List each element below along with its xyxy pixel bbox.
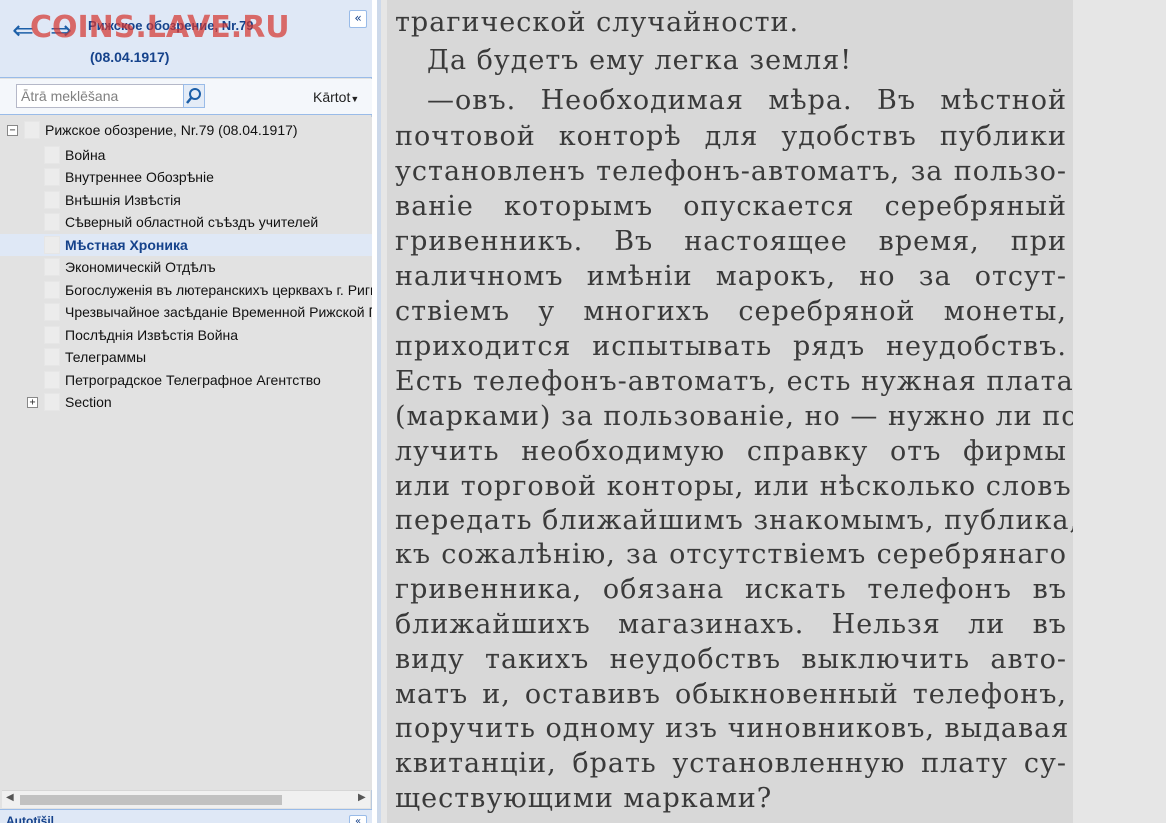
newspaper-page-scan[interactable]: трагической случайности. Да будетъ ему л… <box>387 0 1073 823</box>
page-text-line: ближайшихъ магазинахъ. Нельзя ли въ <box>395 609 1067 640</box>
document-icon <box>44 191 60 209</box>
page-text-line: ваніе которымъ опускается серебряный <box>395 191 1067 222</box>
expand-node-icon[interactable]: + <box>27 397 38 408</box>
forward-arrow-icon[interactable]: ⇒ <box>46 16 76 46</box>
scroll-left-icon[interactable]: ◀ <box>6 792 14 803</box>
page-text-line: къ сожалѣнію, за отсутствіемъ серебрянаг… <box>395 539 1067 570</box>
back-arrow-icon[interactable]: ⇐ <box>8 16 38 46</box>
tree-node-label: Внѣшнія Извѣстія <box>65 192 181 208</box>
document-icon <box>44 168 60 186</box>
tree-node-label: Послѣднія Извѣстія Война <box>65 327 239 343</box>
tree-item-section[interactable]: + Section <box>0 391 372 413</box>
collapse-panel-button[interactable]: « <box>349 10 367 28</box>
page-text-line: гривенникъ. Въ настоящее время, при <box>395 226 1067 257</box>
collapse-node-icon[interactable]: − <box>7 125 18 136</box>
issue-date: (08.04.1917) <box>90 49 170 65</box>
scroll-right-icon[interactable]: ▶ <box>358 792 366 803</box>
page-text-line: Есть телефонъ-автоматъ, есть нужная плат… <box>395 366 1073 397</box>
page-text-line: квитанціи, брать установленную плату су- <box>395 748 1067 779</box>
issue-title: Рижское обозрение, Nr.79 <box>88 18 254 33</box>
tree-node-label: Сѣверный областной съѣздъ учителей <box>65 214 319 230</box>
page-text-line: наличномъ имѣніи марокъ, но за отсут- <box>395 261 1067 292</box>
tree-node-label: Мѣстная Хроника <box>65 237 188 253</box>
page-viewer: трагической случайности. Да будетъ ему л… <box>377 0 1166 823</box>
tree-item-chrezvychaynoe[interactable]: Чрезвычайное засѣданіе Временной Рижской… <box>0 301 372 323</box>
table-of-contents-tree: − Рижское обозрение, Nr.79 (08.04.1917) … <box>0 117 372 790</box>
document-icon <box>44 303 60 321</box>
tree-node-label: Богослуженія въ лютеранскихъ церквахъ г.… <box>65 282 372 298</box>
document-icon <box>44 393 60 411</box>
issue-header: ⇐ ⇒ Рижское обозрение, Nr.79 (08.04.1917… <box>0 0 372 78</box>
tree-item-severny[interactable]: Сѣверный областной съѣздъ учителей <box>0 211 372 233</box>
app-window: ⇐ ⇒ Рижское обозрение, Nr.79 (08.04.1917… <box>0 0 1166 823</box>
page-text-line: или торговой конторы, или нѣсколько слов… <box>395 471 1072 502</box>
document-icon <box>44 371 60 389</box>
scrollbar-thumb[interactable] <box>20 795 282 805</box>
page-text-line: виду такихъ неудобствъ выключить авто- <box>395 644 1067 675</box>
tree-item-vneshnia[interactable]: Внѣшнія Извѣстія <box>0 189 372 211</box>
tree-item-voina[interactable]: Война <box>0 144 372 166</box>
tree-node-label: Внутреннее Обозрѣніе <box>65 169 214 185</box>
tree-item-ekonomicheskiy[interactable]: Экономическій Отдѣлъ <box>0 256 372 278</box>
page-text-line: приходится испытывать рядъ неудобствъ. <box>395 331 1067 362</box>
bottom-panel-title: Autotīšil <box>6 814 54 823</box>
sort-dropdown-label: Kārtot <box>313 89 351 105</box>
tree-item-telegrammy[interactable]: Телеграммы <box>0 346 372 368</box>
tree-item-mestnaya-selected[interactable]: Мѣстная Хроника <box>0 234 372 256</box>
page-text-line: (марками) за пользованіе, но — нужно ли … <box>395 401 1073 432</box>
horizontal-scrollbar[interactable]: ◀ ▶ <box>2 790 370 808</box>
search-icon <box>186 88 201 104</box>
search-toolbar: Kārtot▼ <box>0 79 372 115</box>
tree-item-bogosluzhenia[interactable]: Богослуженія въ лютеранскихъ церквахъ г.… <box>0 279 372 301</box>
caret-down-icon: ▼ <box>350 94 360 104</box>
left-panel: ⇐ ⇒ Рижское обозрение, Nr.79 (08.04.1917… <box>0 0 372 823</box>
page-text-line: гривенника, обязана искать телефонъ въ <box>395 574 1067 605</box>
tree-item-poslednia[interactable]: Послѣднія Извѣстія Война <box>0 324 372 346</box>
page-text-line: поручить одному изъ чиновниковъ, выдавая <box>395 713 1070 744</box>
document-icon <box>44 236 60 254</box>
tree-node-label: Чрезвычайное засѣданіе Временной Рижской… <box>65 304 372 320</box>
tree-item-petrogradskoe[interactable]: Петроградское Телеграфное Агентство <box>0 369 372 391</box>
document-icon <box>44 348 60 366</box>
page-text-line: ствіемъ у многихъ серебряной монеты, <box>395 296 1067 327</box>
page-text-line: Да будетъ ему легка земля! <box>427 45 853 76</box>
tree-item-vnutrennee[interactable]: Внутреннее Обозрѣніе <box>0 166 372 188</box>
document-icon <box>44 281 60 299</box>
tree-node-label: Телеграммы <box>65 349 147 365</box>
page-text-line: трагической случайности. <box>395 7 800 38</box>
page-text-line: —овъ. Необходимая мѣра. Въ мѣстной <box>427 85 1067 116</box>
page-text-line: матъ и, оставивъ обыкновенный телефонъ, <box>395 679 1067 710</box>
document-icon <box>44 326 60 344</box>
document-icon <box>44 146 60 164</box>
document-icon <box>44 213 60 231</box>
document-icon <box>44 258 60 276</box>
search-button[interactable] <box>183 84 205 108</box>
sort-dropdown[interactable]: Kārtot▼ <box>313 89 359 105</box>
tree-node-label: Рижское обозрение, Nr.79 (08.04.1917) <box>45 122 298 138</box>
document-icon <box>24 121 40 139</box>
collapse-bottom-panel-button[interactable]: « <box>349 815 367 823</box>
tree-node-label: Война <box>65 147 106 163</box>
page-text-line: установленъ телефонъ-автоматъ, за пользо… <box>395 156 1067 187</box>
bottom-panel-header: Autotīšil « <box>0 809 372 823</box>
tree-root-node[interactable]: − Рижское обозрение, Nr.79 (08.04.1917) <box>0 119 372 141</box>
tree-node-label: Section <box>65 394 112 410</box>
page-text-line: почтовой конторѣ для удобствъ публики <box>395 121 1067 152</box>
tree-node-label: Петроградское Телеграфное Агентство <box>65 372 321 388</box>
quick-search-input[interactable] <box>16 84 184 108</box>
tree-node-label: Экономическій Отдѣлъ <box>65 259 216 275</box>
page-text-line: передать ближайшимъ знакомымъ, публика, <box>395 505 1073 536</box>
page-text-line: ществующими марками? <box>395 783 773 814</box>
page-text-line: лучить необходимую справку отъ фирмы <box>395 436 1067 467</box>
